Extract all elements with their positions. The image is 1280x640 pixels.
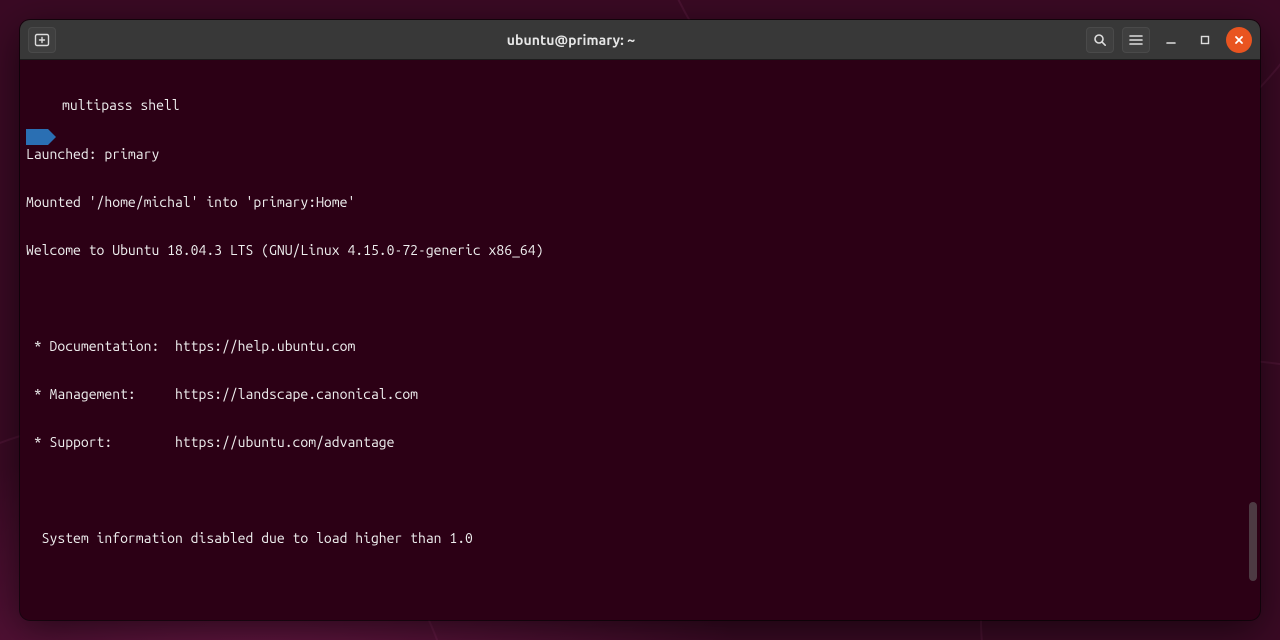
output-line: System information disabled due to load … — [26, 530, 1254, 546]
close-button[interactable] — [1226, 27, 1252, 53]
terminal-window: ubuntu@primary: ~ — [20, 20, 1260, 620]
new-tab-button[interactable] — [28, 27, 56, 53]
output-line: Welcome to Ubuntu 18.04.3 LTS (GNU/Linux… — [26, 242, 1254, 258]
output-line — [26, 482, 1254, 498]
shell-command: multipass shell — [62, 97, 180, 113]
scrollbar-thumb[interactable] — [1249, 502, 1257, 580]
search-icon — [1093, 33, 1107, 47]
window-title: ubuntu@primary: ~ — [62, 32, 1080, 48]
minimize-icon — [1165, 34, 1177, 46]
output-line: * Documentation: https://help.ubuntu.com — [26, 338, 1254, 354]
maximize-button[interactable] — [1192, 27, 1218, 53]
search-button[interactable] — [1086, 27, 1114, 53]
terminal-body[interactable]: multipass shell Launched: primary Mounte… — [20, 60, 1260, 620]
minimize-button[interactable] — [1158, 27, 1184, 53]
new-tab-icon — [34, 33, 50, 47]
output-line — [26, 578, 1254, 594]
output-line: * Management: https://landscape.canonica… — [26, 386, 1254, 402]
output-line: * Support: https://ubuntu.com/advantage — [26, 434, 1254, 450]
maximize-icon — [1199, 34, 1211, 46]
titlebar: ubuntu@primary: ~ — [20, 20, 1260, 60]
prompt-arrow-icon — [26, 97, 56, 113]
hamburger-icon — [1129, 34, 1143, 46]
output-line: Mounted '/home/michal' into 'primary:Hom… — [26, 194, 1254, 210]
close-icon — [1233, 34, 1245, 46]
output-line: Launched: primary — [26, 146, 1254, 162]
output-line — [26, 290, 1254, 306]
shell-prompt-row: multipass shell — [26, 96, 1254, 114]
menu-button[interactable] — [1122, 27, 1150, 53]
